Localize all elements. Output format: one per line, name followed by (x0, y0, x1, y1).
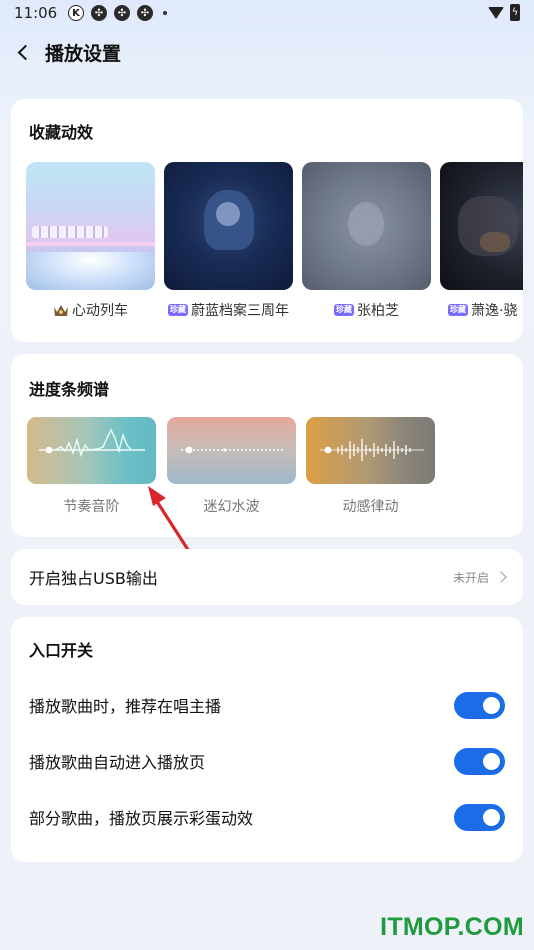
favorite-item[interactable]: 珍藏 萧逸·骁 (440, 162, 523, 320)
header: 播放设置 (0, 30, 534, 74)
usb-status: 未开启 (452, 569, 507, 586)
spectrum-item[interactable]: 动感律动 (306, 417, 435, 516)
spectrum-title: 进度条频谱 (29, 380, 110, 399)
favorite-thumbnail[interactable] (164, 162, 293, 290)
entry-title: 入口开关 (29, 641, 94, 660)
collector-badge: 珍藏 (448, 304, 468, 316)
favorites-title: 收藏动效 (29, 123, 94, 142)
wifi-icon (488, 6, 504, 19)
spectrum-thumbnail[interactable] (306, 417, 435, 484)
toggle-switch[interactable] (454, 747, 505, 775)
battery-icon: ϟ (510, 4, 520, 21)
spectrum-thumbnail[interactable] (167, 417, 296, 484)
usb-card[interactable]: 开启独占USB输出 未开启 (11, 549, 523, 605)
usb-row[interactable]: 开启独占USB输出 未开启 (29, 549, 507, 605)
favorite-label: 珍藏 蔚蓝档案三周年 (168, 303, 289, 319)
toggle-knob (483, 808, 500, 826)
waveform-graphic (181, 446, 285, 454)
status-right: ϟ (488, 4, 520, 21)
status-time: 11:06 (14, 4, 58, 22)
pinwheel-icon: ✣ (114, 5, 130, 21)
favorite-thumbnail[interactable] (26, 162, 155, 290)
spectrum-card: 进度条频谱 节奏音阶 迷幻水波 动感律动 (11, 354, 523, 537)
waveform-graphic (39, 428, 145, 458)
switch-row: 播放歌曲自动进入播放页 (29, 733, 505, 789)
favorite-label: 心动列车 (26, 300, 155, 320)
toggle-knob (483, 752, 500, 770)
toggle-switch[interactable] (454, 691, 505, 719)
chevron-right-icon (495, 571, 507, 583)
favorite-thumbnail[interactable] (440, 162, 523, 290)
favorites-list[interactable]: 心动列车 珍藏 蔚蓝档案三周年 珍藏 张柏芝 珍藏 萧逸·骁 (26, 162, 523, 322)
collector-badge: 珍藏 (168, 304, 188, 316)
spectrum-thumbnail[interactable] (27, 417, 156, 484)
favorite-label: 珍藏 萧逸·骁 (448, 303, 518, 319)
spectrum-label: 节奏音阶 (63, 499, 120, 515)
toggle-knob (483, 696, 500, 714)
k-icon: K (68, 5, 84, 21)
crown-icon (53, 303, 69, 317)
waveform-graphic (320, 439, 424, 461)
more-dot-icon (163, 11, 167, 15)
entry-card: 入口开关 播放歌曲时，推荐在唱主播 播放歌曲自动进入播放页 部分歌曲，播放页展示… (11, 617, 523, 862)
chevron-left-icon (17, 44, 33, 60)
toggle-switch[interactable] (454, 803, 505, 831)
switch-row: 部分歌曲，播放页展示彩蛋动效 (29, 789, 505, 845)
usb-label: 开启独占USB输出 (29, 569, 158, 588)
collector-badge: 珍藏 (334, 304, 354, 316)
pinwheel-icon: ✣ (137, 5, 153, 21)
switch-label: 播放歌曲时，推荐在唱主播 (29, 697, 222, 716)
favorites-card: 收藏动效 心动列车 珍藏 蔚蓝档案三周年 珍藏 张柏芝 珍藏 萧逸·骁 (11, 99, 523, 342)
status-notification-icons: K ✣ ✣ ✣ (68, 5, 167, 21)
pinwheel-icon: ✣ (91, 5, 107, 21)
favorite-item[interactable]: 珍藏 蔚蓝档案三周年 (164, 162, 293, 320)
favorite-thumbnail[interactable] (302, 162, 431, 290)
status-bar: 11:06 K ✣ ✣ ✣ ϟ (0, 0, 534, 28)
favorite-label: 珍藏 张柏芝 (334, 303, 399, 319)
favorite-item[interactable]: 心动列车 (26, 162, 155, 320)
watermark-logo: ITMOP.COM (380, 913, 524, 941)
page-title: 播放设置 (45, 43, 122, 65)
favorite-item[interactable]: 珍藏 张柏芝 (302, 162, 431, 320)
switch-label: 播放歌曲自动进入播放页 (29, 753, 206, 772)
spectrum-item[interactable]: 节奏音阶 (27, 417, 156, 516)
switch-row: 播放歌曲时，推荐在唱主播 (29, 677, 505, 733)
switch-label: 部分歌曲，播放页展示彩蛋动效 (29, 809, 254, 828)
usb-value: 未开启 (452, 570, 489, 585)
spectrum-label: 动感律动 (342, 499, 399, 515)
back-button[interactable] (10, 38, 36, 66)
